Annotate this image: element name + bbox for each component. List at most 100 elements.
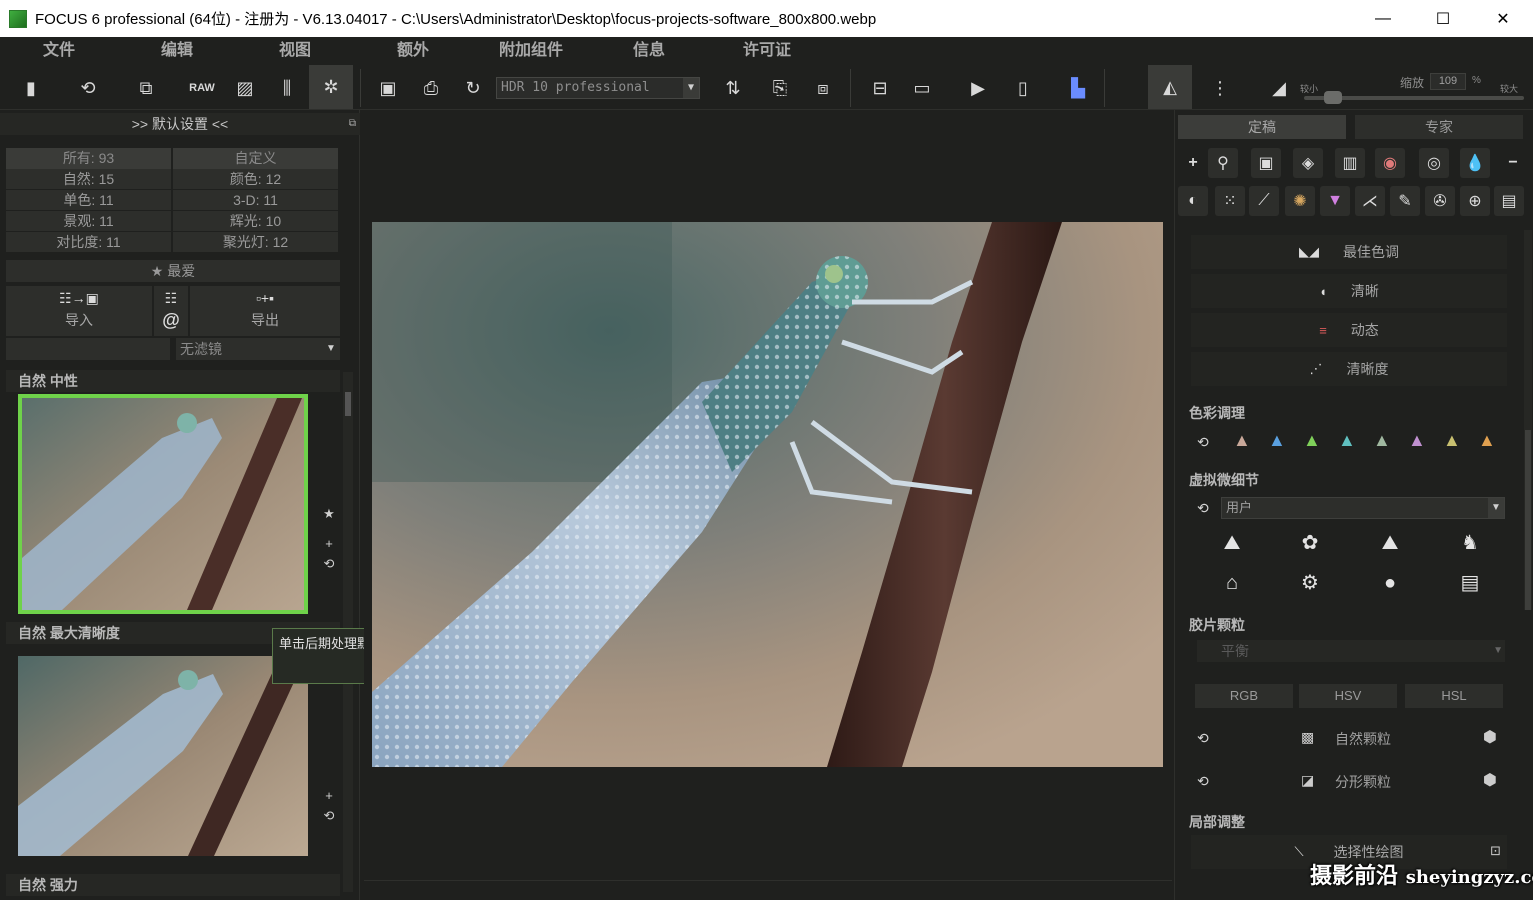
drop-icon[interactable]: ▲ <box>1268 430 1286 451</box>
preset-select[interactable]: HDR 10 professional ▼ <box>496 77 700 99</box>
tone-item-best-tone[interactable]: ◣◢ 最佳色调 <box>1191 235 1507 269</box>
filter-select[interactable]: 无滤镜 ▼ <box>176 338 340 360</box>
new-file-icon[interactable]: ▮ <box>16 73 46 103</box>
gallery-icon[interactable]: ▨ <box>230 73 260 103</box>
sync-icon[interactable]: ⟲ <box>1197 500 1209 517</box>
category-custom[interactable]: 自定义 <box>173 148 338 170</box>
document-icon[interactable]: ▤ <box>1494 186 1524 216</box>
preset-thumbnail[interactable] <box>18 656 308 856</box>
menu-file[interactable]: 文件 <box>0 37 118 65</box>
preset-item[interactable]: 自然 强力 <box>6 874 340 898</box>
fit-view-icon[interactable]: ◢ <box>1264 73 1294 103</box>
minimize-button[interactable]: — <box>1353 0 1413 37</box>
color-wheel-icon[interactable]: ✺ <box>1285 186 1315 216</box>
play-icon[interactable]: ▶ <box>963 73 993 103</box>
add-icon[interactable]: + <box>1178 148 1208 178</box>
save-icon[interactable]: ▣ <box>373 73 403 103</box>
drop-icon[interactable]: ▲ <box>1303 430 1321 451</box>
half-circle-icon[interactable]: ◐ <box>1178 186 1208 216</box>
drop-icon[interactable]: ▲ <box>1373 430 1391 451</box>
mode-hsl-button[interactable]: HSL <box>1405 684 1503 708</box>
menu-plugins[interactable]: 附加组件 <box>472 37 590 65</box>
split-view-icon[interactable]: ⋮ <box>1205 73 1235 103</box>
menu-edit[interactable]: 编辑 <box>118 37 236 65</box>
flower-icon[interactable]: ✿ <box>1293 528 1327 558</box>
menu-extra[interactable]: 额外 <box>354 37 472 65</box>
category-mono[interactable]: 单色: 11 <box>6 190 171 210</box>
close-button[interactable]: ✕ <box>1473 0 1533 37</box>
category-spotlight[interactable]: 聚光灯: 12 <box>173 232 338 252</box>
menu-view[interactable]: 视图 <box>236 37 354 65</box>
preset-item[interactable]: 自然 中性 ★ + ⟲ <box>6 370 340 620</box>
histogram-icon[interactable]: ▙ <box>1063 73 1093 103</box>
add-icon[interactable]: + <box>321 788 337 804</box>
tone-item-clarity[interactable]: ◖ 清晰 <box>1191 274 1507 308</box>
tone-item-sharpness[interactable]: ⋰ 清晰度 <box>1191 352 1507 386</box>
sort-icon[interactable]: ⇅ <box>718 73 748 103</box>
person-icon[interactable]: ● <box>1373 568 1407 598</box>
main-image[interactable] <box>372 222 1163 767</box>
drop-icon[interactable]: ▲ <box>1233 430 1251 451</box>
export-b-icon[interactable]: ⊟ <box>865 73 895 103</box>
vmd-select[interactable]: 用户 ▼ <box>1221 497 1505 519</box>
color-circles-icon[interactable]: ◉ <box>1375 148 1405 178</box>
landscape-icon[interactable]: ⛰ <box>1215 528 1249 558</box>
import-button[interactable]: ☷→▣ 导入 <box>6 286 152 336</box>
export-button[interactable]: ▫+▪ 导出 <box>190 286 340 336</box>
bracket-icon[interactable]: ⫼ <box>272 73 302 103</box>
tone-item-dynamic[interactable]: ≡ 动态 <box>1191 313 1507 347</box>
info-panel-icon[interactable]: ▯ <box>1008 73 1038 103</box>
settings-icon[interactable]: ⊡ <box>1490 843 1501 859</box>
sync-icon[interactable]: ⟲ <box>321 808 337 824</box>
layers-icon[interactable]: ◈ <box>1293 148 1323 178</box>
search-icon[interactable]: ⚲ <box>1208 148 1238 178</box>
mode-rgb-button[interactable]: RGB <box>1195 684 1293 708</box>
category-contrast[interactable]: 对比度: 11 <box>6 232 171 252</box>
drop-icon[interactable]: ▲ <box>1478 430 1496 451</box>
noise-icon[interactable]: ⁙ <box>1215 186 1245 216</box>
maximize-button[interactable]: ☐ <box>1413 0 1473 37</box>
category-glow[interactable]: 辉光: 10 <box>173 211 338 231</box>
stack-icon[interactable]: ⧈ <box>808 73 838 103</box>
category-3d[interactable]: 3-D: 11 <box>173 190 338 210</box>
share-icon[interactable]: ↻ <box>458 73 488 103</box>
process-settings-icon[interactable]: ✲ <box>309 65 353 109</box>
drop-icon[interactable]: ▲ <box>1408 430 1426 451</box>
frame-icon[interactable]: ▣ <box>1251 148 1281 178</box>
lens-icon[interactable]: ◎ <box>1419 148 1449 178</box>
grain-item-fractal[interactable]: ◪ 分形颗粒 ⬢ <box>1191 765 1507 799</box>
presets-header[interactable]: >> 默认设置 << ⧉ <box>0 113 360 135</box>
remove-icon[interactable]: − <box>1498 148 1528 178</box>
favorites-button[interactable]: ★ 最爱 <box>6 260 340 282</box>
category-landscape[interactable]: 景观: 11 <box>6 211 171 231</box>
globe-icon[interactable]: ⊕ <box>1460 186 1490 216</box>
horse-icon[interactable]: ♞ <box>1453 528 1487 558</box>
print-icon[interactable]: ⎙ <box>416 73 446 103</box>
prism-icon[interactable]: ▼ <box>1320 186 1350 216</box>
filmstrip-icon[interactable]: ▭ <box>907 73 937 103</box>
drop-icon[interactable]: 💧 <box>1460 148 1490 178</box>
preset-thumbnail[interactable] <box>18 394 308 614</box>
tab-finalize[interactable]: 定稿 <box>1178 115 1346 139</box>
menu-license[interactable]: 许可证 <box>708 37 826 65</box>
levels-icon[interactable]: ▥ <box>1335 148 1365 178</box>
compare-icon[interactable]: ◭ <box>1148 65 1192 109</box>
nodes-icon[interactable]: ⋌ <box>1355 186 1385 216</box>
tab-expert[interactable]: 专家 <box>1355 115 1523 139</box>
category-natural[interactable]: 自然: 15 <box>6 169 171 189</box>
text-doc-icon[interactable]: ▤ <box>1453 568 1487 598</box>
search-input[interactable] <box>6 338 170 360</box>
menu-info[interactable]: 信息 <box>590 37 708 65</box>
brush-icon[interactable]: ⟋ <box>1249 186 1279 216</box>
mountain-icon[interactable]: ⛰ <box>1373 528 1407 558</box>
drop-icon[interactable]: ▲ <box>1338 430 1356 451</box>
grain-preset-icon[interactable]: ⬢ <box>1483 770 1497 790</box>
adjustments-scrollbar[interactable] <box>1524 230 1532 610</box>
drop-icon[interactable]: ▲ <box>1443 430 1461 451</box>
zoom-slider-thumb[interactable] <box>1324 91 1343 104</box>
building-icon[interactable]: ⌂ <box>1215 568 1249 598</box>
share-email-button[interactable]: ☷ @ <box>154 286 188 336</box>
category-color[interactable]: 颜色: 12 <box>173 169 338 189</box>
restore-icon[interactable]: ⧉ <box>349 113 356 135</box>
raw-icon[interactable]: RAW <box>187 73 217 103</box>
